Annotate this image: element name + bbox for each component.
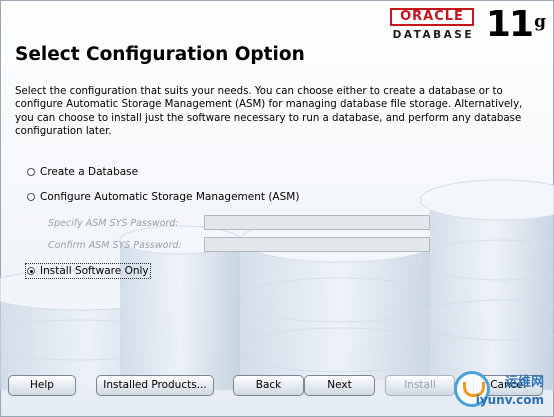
watermark-site-url: iyunv.com [475, 393, 544, 407]
option-install-software-only[interactable]: Install Software Only [25, 263, 151, 279]
watermark-site-name: 运维网 [504, 375, 544, 390]
help-button[interactable]: Help [8, 375, 76, 396]
install-button[interactable]: Install [385, 375, 455, 396]
oracle-wordmark: ORACLE [390, 8, 474, 26]
radio-configure-asm[interactable] [27, 193, 35, 201]
option-configure-asm[interactable]: Configure Automatic Storage Management (… [27, 191, 299, 203]
back-button[interactable]: Back [233, 375, 304, 396]
next-button[interactable]: Next [304, 375, 375, 396]
site-watermark: 运维网 iyunv.com [450, 369, 550, 415]
option-create-database-label: Create a Database [40, 166, 139, 178]
radio-create-database[interactable] [27, 168, 35, 176]
asm-sys-password-label: Specify ASM SYS Password: [48, 218, 179, 229]
option-configure-asm-label: Configure Automatic Storage Management (… [40, 191, 300, 203]
installed-products-button[interactable]: Installed Products... [96, 375, 214, 396]
version-number: 11 [485, 4, 534, 45]
version-suffix: g [534, 12, 546, 32]
asm-sys-password-field[interactable] [204, 215, 430, 230]
asm-confirm-password-label: Confirm ASM SYS Password: [48, 240, 182, 251]
page-description: Select the configuration that suits your… [15, 86, 523, 138]
oracle-database-logo: ORACLE DATABASE 11 g [376, 4, 546, 46]
page-title: Select Configuration Option [15, 44, 305, 65]
option-create-database[interactable]: Create a Database [27, 166, 138, 178]
database-wordmark: DATABASE [392, 29, 474, 41]
asm-confirm-password-field[interactable] [204, 237, 430, 252]
option-install-software-only-label: Install Software Only [40, 265, 149, 277]
radio-install-software-only[interactable] [27, 267, 35, 275]
